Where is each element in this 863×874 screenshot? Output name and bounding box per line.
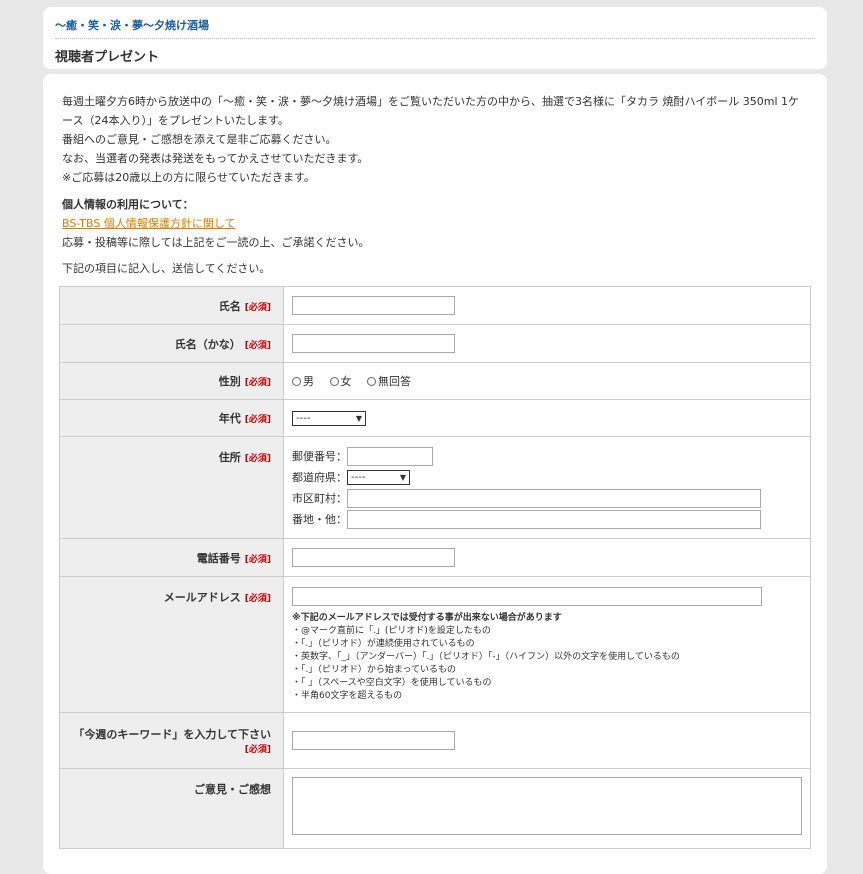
gender-option-female[interactable]: 女 <box>329 375 358 388</box>
required-badge: [必須] <box>244 302 271 313</box>
form-row-comment: ご意見・ご感想 <box>59 768 811 849</box>
form-row-gender: 性別 [必須] 男 女 無回答 <box>59 362 811 400</box>
street-label: 番地・他： <box>292 513 347 526</box>
kana-input[interactable] <box>292 334 455 353</box>
form-row-kana: 氏名（かな） [必須] <box>59 324 811 363</box>
age-label: 年代 [必須] <box>59 399 284 437</box>
required-badge: [必須] <box>244 378 271 388</box>
required-badge: [必須] <box>244 554 271 565</box>
keyword-input[interactable] <box>292 731 455 750</box>
intro-line: なお、当選者の発表は発送をもってかえさせていただきます。 <box>62 152 369 165</box>
chevron-down-icon: ▼ <box>399 473 406 482</box>
required-badge: [必須] <box>244 594 271 604</box>
required-badge: [必須] <box>244 340 271 351</box>
phone-label: 電話番号 [必須] <box>59 538 284 577</box>
page-title: 視聴者プレゼント <box>55 50 160 65</box>
radio-icon[interactable] <box>367 377 376 386</box>
name-label: 氏名 [必須] <box>59 286 284 325</box>
radio-icon[interactable] <box>329 377 339 386</box>
age-select[interactable]: ---- ▼ <box>292 410 366 426</box>
form-instruction: 下記の項目に記入し、送信してください。 <box>62 262 271 275</box>
keyword-label: 「今週のキーワード」を入力して下さい [必須] <box>59 712 284 769</box>
gender-label: 性別 [必須] <box>59 362 284 400</box>
radio-icon[interactable] <box>292 377 301 386</box>
required-badge: [必須] <box>244 745 271 755</box>
form-row-keyword: 「今週のキーワード」を入力して下さい [必須] <box>59 712 811 769</box>
street-input[interactable] <box>347 510 761 529</box>
email-input[interactable] <box>292 586 762 606</box>
pref-select[interactable]: ---- ▼ <box>347 470 410 485</box>
gender-option-male[interactable]: 男 <box>292 375 320 388</box>
email-notes: ※下記のメールアドレスでは受付する事が出来ない場合があります ・@マーク直前に「… <box>292 612 680 701</box>
name-input[interactable] <box>292 296 455 315</box>
privacy-policy-link[interactable]: BS-TBS 個人情報保護方針に関して <box>62 217 236 230</box>
city-input[interactable] <box>347 489 761 508</box>
chevron-down-icon: ▼ <box>355 413 362 423</box>
required-badge: [必須] <box>244 415 271 425</box>
main-content: 毎週土曜夕方6時から放送中の「〜癒・笑・涙・夢〜夕焼け酒場」をご覧いただいた方の… <box>43 74 827 874</box>
required-badge: [必須] <box>244 454 271 464</box>
header-divider <box>55 38 815 39</box>
intro-line: 毎週土曜夕方6時から放送中の「〜癒・笑・涙・夢〜夕焼け酒場」をご覧いただいた方の… <box>62 95 800 127</box>
comment-label: ご意見・ご感想 <box>59 768 284 849</box>
form-row-address: 住所 [必須] 郵便番号： 都道府県： ---- ▼ 市区町村： 番地・他： <box>59 436 811 539</box>
zip-input[interactable] <box>347 447 433 466</box>
intro-text: 毎週土曜夕方6時から放送中の「〜癒・笑・涙・夢〜夕焼け酒場」をご覧いただいた方の… <box>62 92 802 187</box>
phone-input[interactable] <box>292 548 455 567</box>
privacy-note: 応募・投稿等に際しては上記をご一読の上、ご承諾ください。 <box>62 236 370 249</box>
intro-line: ※ご応募は20歳以上の方に限らせていただきます。 <box>62 171 315 184</box>
form-row-phone: 電話番号 [必須] <box>59 538 811 577</box>
form-row-age: 年代 [必須] ---- ▼ <box>59 399 811 437</box>
form-row-name: 氏名 [必須] <box>59 286 811 325</box>
kana-label: 氏名（かな） [必須] <box>59 324 284 363</box>
entry-form: 氏名 [必須] 氏名（かな） [必須] 性別 [必須] 男 女 無回答 年代 [必須] … <box>59 286 811 849</box>
form-row-email: メールアドレス [必須] ※下記のメールアドレスでは受付する事が出来ない場合があり… <box>59 576 811 713</box>
header-box: 〜癒・笑・涙・夢〜夕焼け酒場 視聴者プレゼント <box>43 7 827 69</box>
intro-line: 番組へのご意見・ご感想を添えて是非ご応募ください。 <box>62 133 337 146</box>
email-label: メールアドレス [必須] <box>59 576 284 713</box>
pref-label: 都道府県： <box>292 471 347 484</box>
address-label: 住所 [必須] <box>59 436 284 539</box>
gender-option-none[interactable]: 無回答 <box>367 375 417 388</box>
privacy-heading: 個人情報の利用について： <box>62 198 194 211</box>
comment-textarea[interactable] <box>292 777 802 835</box>
zip-label: 郵便番号： <box>292 450 347 463</box>
city-label: 市区町村： <box>292 492 347 505</box>
privacy-section: 個人情報の利用について： BS-TBS 個人情報保護方針に関して 応募・投稿等に… <box>62 195 369 252</box>
program-link[interactable]: 〜癒・笑・涙・夢〜夕焼け酒場 <box>55 17 209 33</box>
